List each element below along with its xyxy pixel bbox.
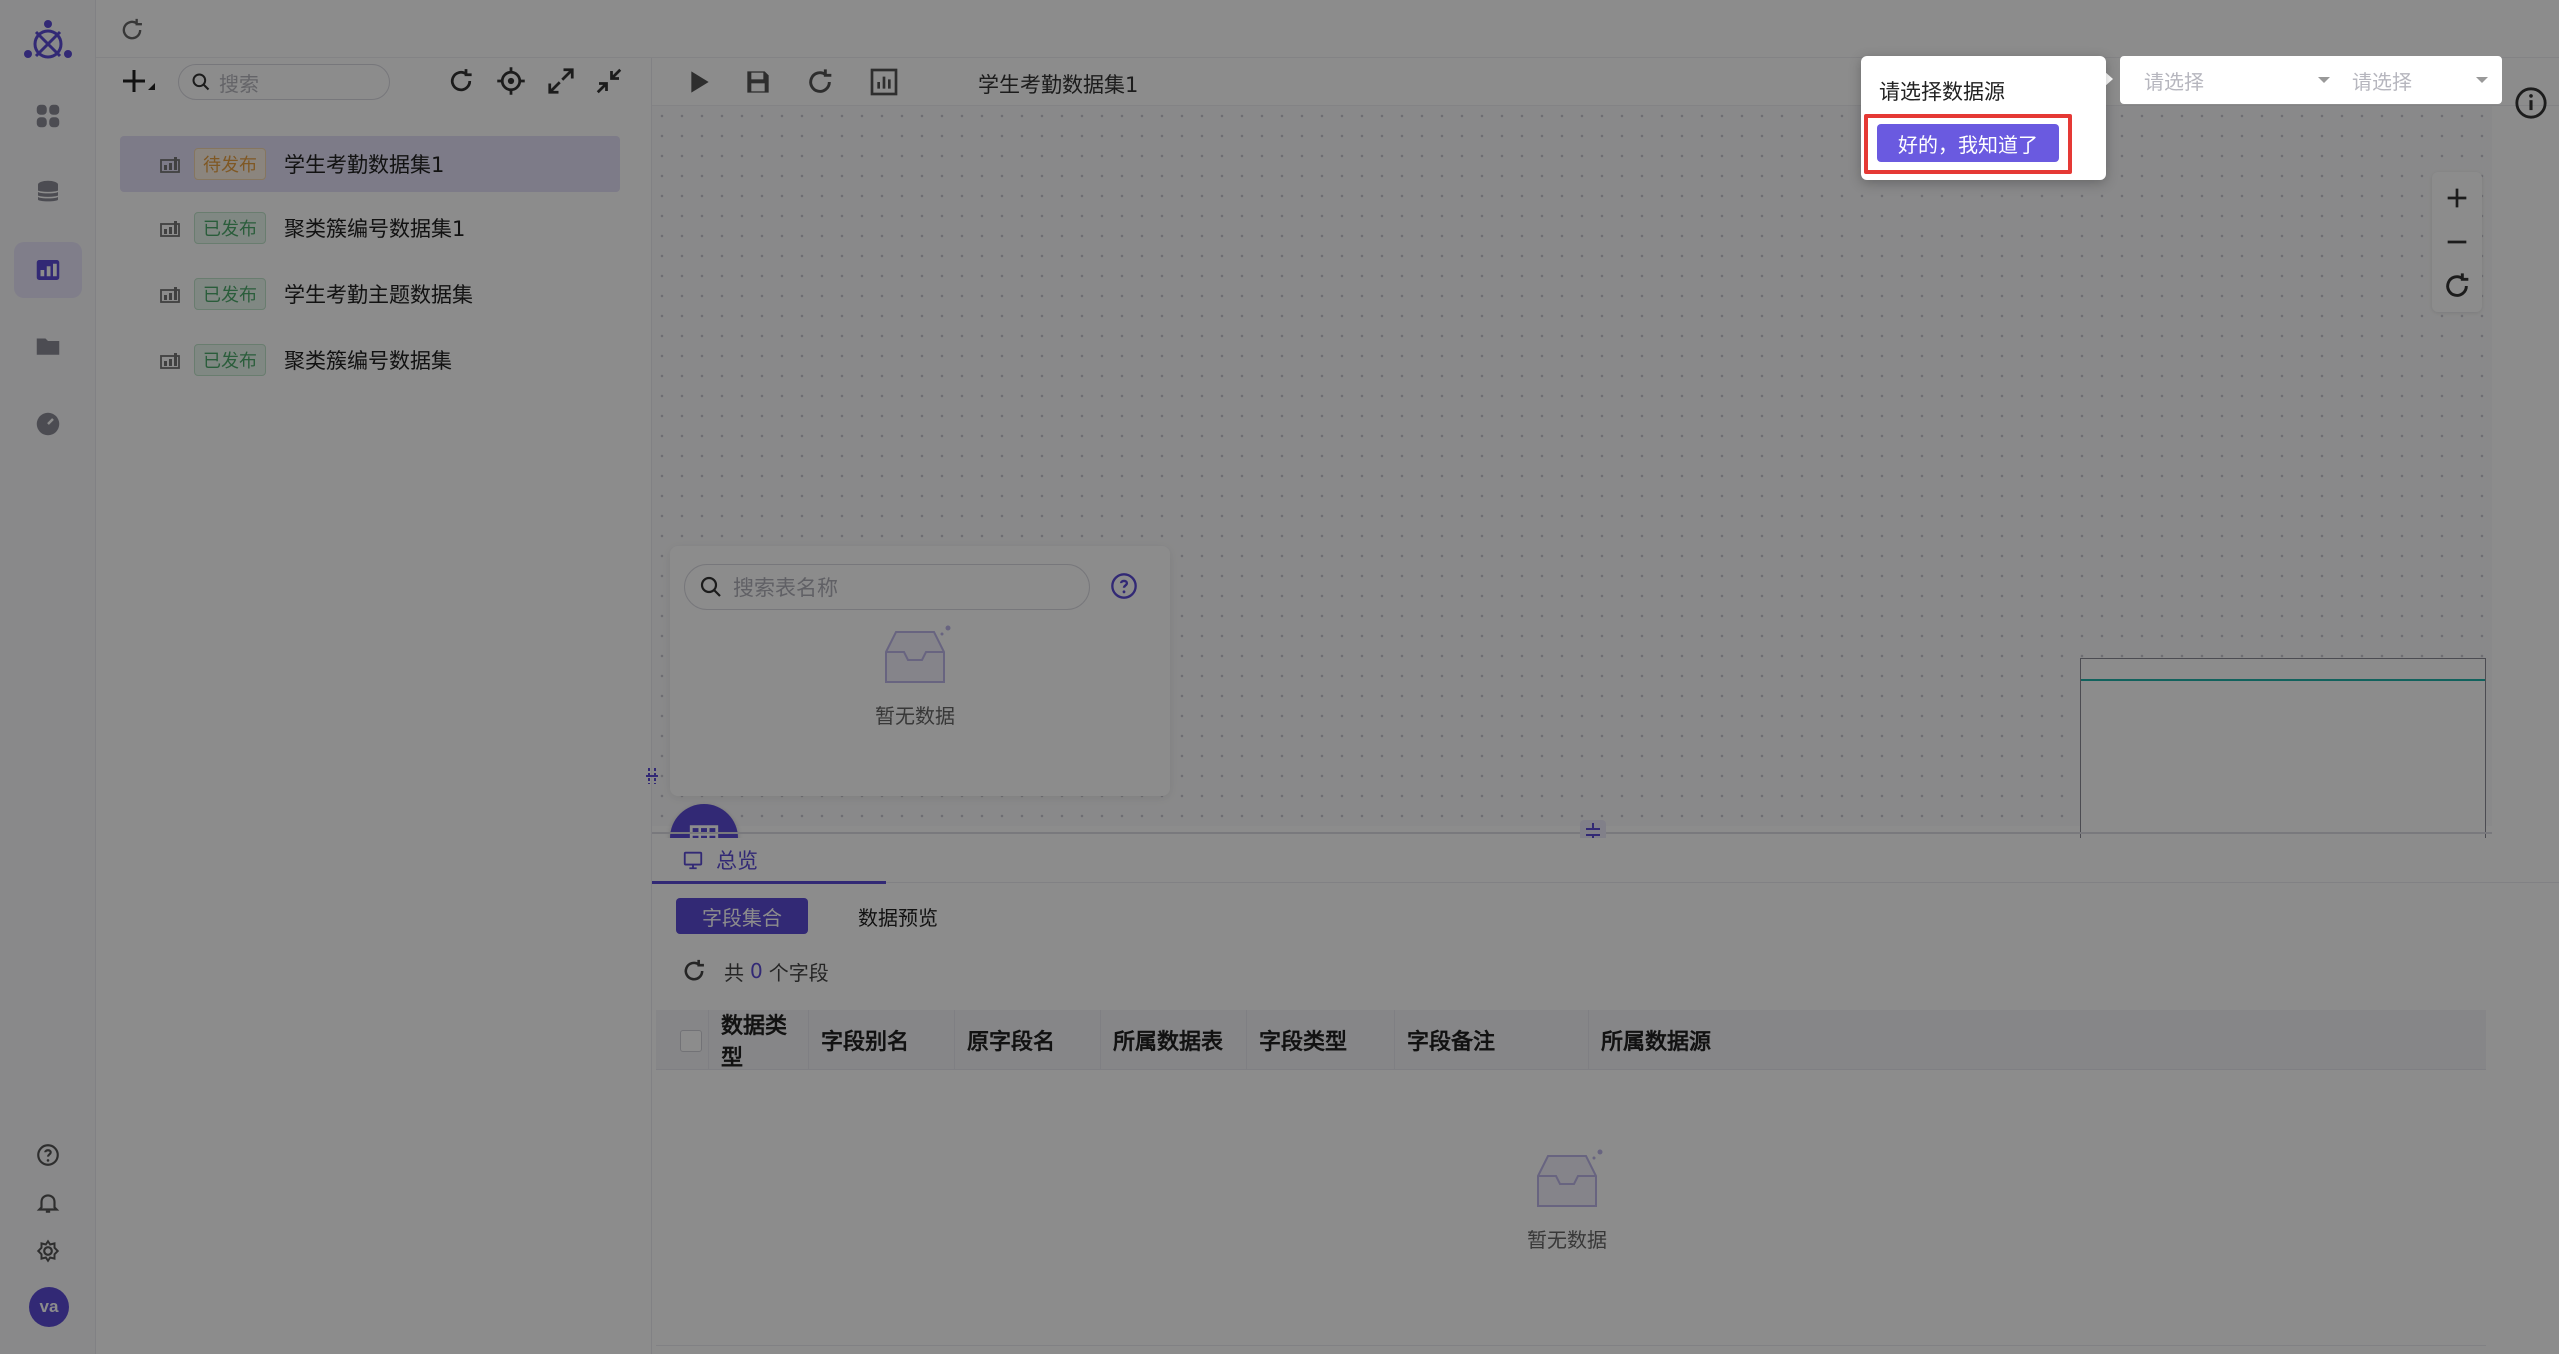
tour-mask[interactable] [0, 0, 2559, 1354]
tour-confirm-button[interactable]: 好的，我知道了 [1877, 124, 2059, 162]
datasource-name-select[interactable]: 请选择 [2352, 62, 2492, 98]
tour-popover: 请选择数据源 好的，我知道了 [1861, 56, 2106, 180]
chevron-down-icon [2476, 77, 2488, 83]
app-root: va 搜索 待发布 学生考勤数据集1 已发布 聚类簇编号数据集1 已发布 学生考… [0, 0, 2559, 1354]
chevron-down-icon [2318, 77, 2330, 83]
select-placeholder: 请选择 [2144, 69, 2204, 94]
select-placeholder: 请选择 [2352, 69, 2412, 94]
tour-title: 请选择数据源 [1879, 80, 2005, 104]
datasource-type-select[interactable]: 请选择 [2144, 62, 2330, 98]
datasource-selectors: 请选择 请选择 [2120, 56, 2502, 104]
